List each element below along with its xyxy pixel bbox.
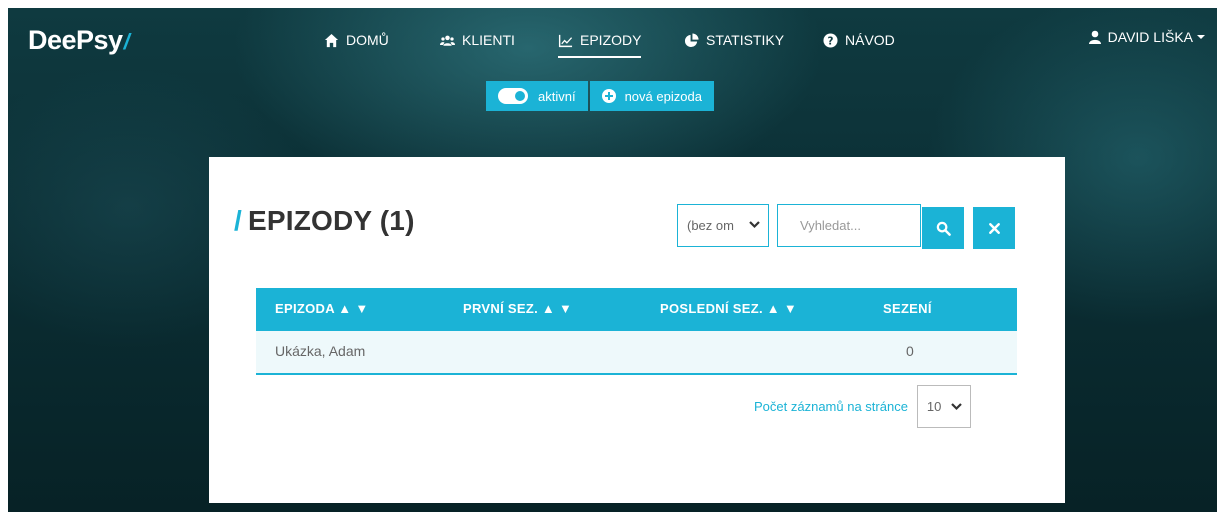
nav-item-episodes[interactable]: EPIZODY	[558, 29, 642, 58]
nav-item-home[interactable]: DOMŮ	[324, 29, 389, 51]
close-icon	[988, 222, 1000, 234]
pagination: Počet záznamů na stránce 10	[754, 385, 971, 428]
users-icon	[440, 35, 455, 46]
page-size-label: Počet záznamů na stránce	[754, 399, 908, 414]
search-icon	[936, 221, 951, 236]
column-header-last-session[interactable]: POSLEDNÍ SEZ. ▲ ▼	[660, 301, 797, 316]
plus-circle-icon	[601, 89, 616, 103]
search-input[interactable]: Vyhledat...	[777, 204, 921, 247]
nav-item-statistics[interactable]: STATISTIKY	[684, 29, 784, 51]
column-header-sessions: SEZENÍ	[883, 301, 932, 316]
home-icon	[324, 33, 339, 47]
page-title: / EPIZODY (1)	[234, 205, 415, 236]
table-row[interactable]: Ukázka, Adam 0	[256, 331, 1017, 375]
page-size-select[interactable]: 10	[916, 385, 971, 428]
toolbar: aktivní nová epizoda	[486, 81, 714, 111]
caret-down-icon	[1197, 35, 1205, 39]
nav-item-clients[interactable]: KLIENTI	[440, 29, 515, 51]
chevron-down-icon	[951, 403, 962, 411]
cell-episode[interactable]: Ukázka, Adam	[275, 343, 365, 359]
nav-item-guide[interactable]: ? NÁVOD	[823, 29, 895, 51]
toggle-on-icon	[498, 88, 528, 104]
search-button[interactable]	[922, 207, 964, 249]
question-circle-icon: ?	[823, 32, 838, 48]
pie-chart-icon	[684, 32, 699, 47]
filter-select[interactable]: (bez om	[677, 204, 769, 247]
active-toggle-button[interactable]: aktivní	[486, 81, 588, 111]
app-logo[interactable]: DeePsy/	[28, 25, 130, 56]
new-episode-button[interactable]: nová epizoda	[589, 81, 714, 111]
clear-search-button[interactable]	[973, 207, 1015, 249]
table-header: EPIZODA ▲ ▼ PRVNÍ SEZ. ▲ ▼ POSLEDNÍ SEZ.…	[256, 288, 1017, 331]
user-name: DAVID LIŠKA	[1107, 29, 1193, 45]
svg-text:?: ?	[828, 35, 834, 47]
column-header-episode[interactable]: EPIZODA ▲ ▼	[275, 301, 369, 316]
chevron-down-icon	[749, 221, 760, 229]
user-menu[interactable]: DAVID LIŠKA	[1088, 29, 1205, 45]
episodes-table: EPIZODA ▲ ▼ PRVNÍ SEZ. ▲ ▼ POSLEDNÍ SEZ.…	[256, 288, 1017, 375]
user-icon	[1088, 30, 1101, 44]
episodes-card: / EPIZODY (1) (bez om Vyhledat... EPIZODA…	[209, 157, 1065, 503]
chart-line-icon	[558, 34, 573, 47]
column-header-first-session[interactable]: PRVNÍ SEZ. ▲ ▼	[463, 301, 572, 316]
cell-sessions: 0	[906, 343, 914, 359]
background-image: DeePsy/ DOMŮ KLIENTI EPIZODY STATISTIKY …	[8, 8, 1217, 512]
